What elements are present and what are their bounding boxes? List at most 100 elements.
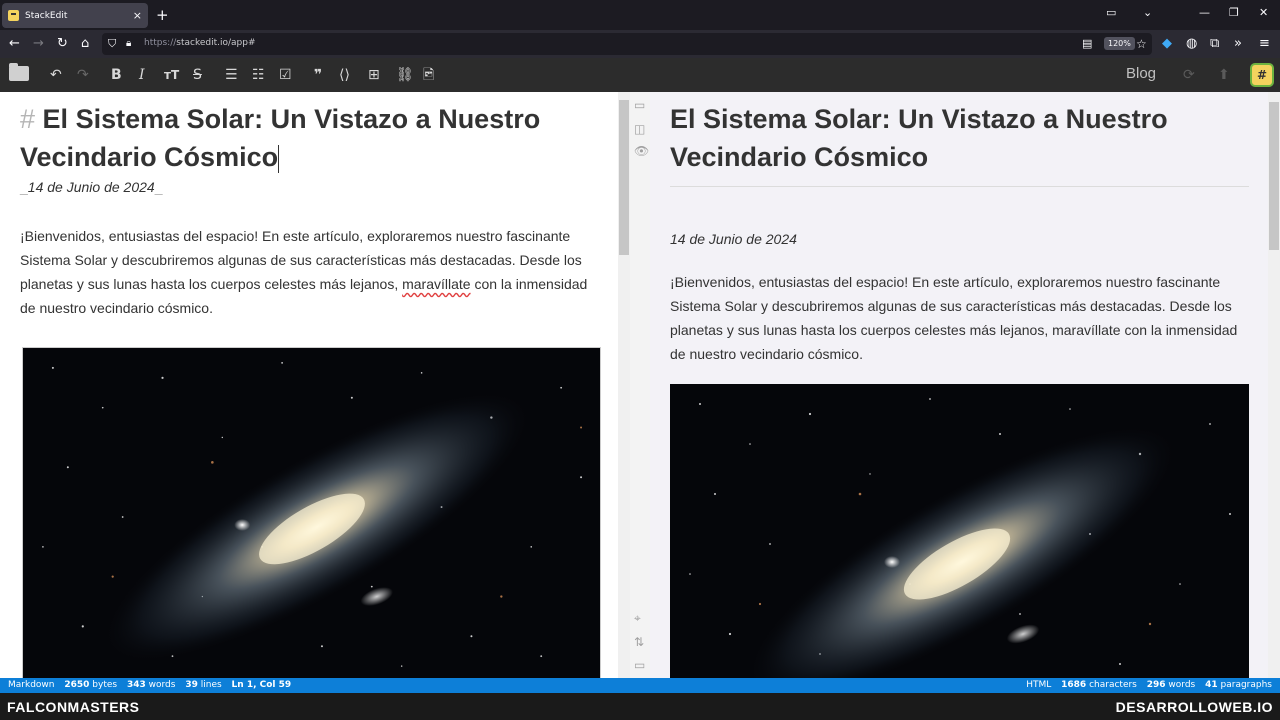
status-bar: Markdown 2650 bytes 343 words 39 lines L… bbox=[0, 678, 1280, 693]
address-bar[interactable]: ⛉ 🔒︎ https://stackedit.io/app# ▤ 120% ☆ bbox=[102, 33, 1152, 55]
characters-label: characters bbox=[1089, 680, 1137, 690]
explorer-folder-icon[interactable] bbox=[9, 63, 29, 81]
minimize-window-icon[interactable]: — bbox=[1199, 6, 1210, 19]
close-tab-icon[interactable]: × bbox=[133, 9, 142, 22]
extension-globe-icon[interactable]: ◍ bbox=[1186, 36, 1197, 52]
misspelled-word[interactable]: maravíllate bbox=[402, 276, 470, 292]
watermark-right: DESARROLLOWEB.IO bbox=[1115, 699, 1273, 715]
bold-icon[interactable]: B bbox=[111, 66, 122, 84]
restore-window-icon[interactable]: ❐ bbox=[1229, 6, 1239, 19]
editor-toolbar: ↶ ↷ B I тT S ☰ ☷ ☑ ❞ ⟨⟩ ⊞ ⛓ 🖻︎ Blog ⟳ ⬆ … bbox=[0, 58, 1280, 92]
code-icon[interactable]: ⟨⟩ bbox=[339, 66, 350, 84]
blockquote-icon[interactable]: ❞ bbox=[314, 66, 322, 84]
forward-arrow-icon[interactable]: → bbox=[33, 36, 44, 52]
redo-icon[interactable]: ↷ bbox=[77, 66, 89, 84]
lines-label: lines bbox=[200, 680, 222, 690]
paragraphs-value: 41 bbox=[1205, 680, 1218, 690]
tab-list-icon[interactable]: ▭ bbox=[1106, 6, 1116, 19]
browser-tab-strip: StackEdit × + ▭ ⌄ — ❐ ✕ bbox=[0, 0, 1280, 30]
preview-heading: El Sistema Solar: Un Vistazo a Nuestro V… bbox=[670, 104, 1168, 172]
extensions-puzzle-icon[interactable]: ⧉ bbox=[1210, 36, 1219, 52]
home-icon[interactable]: ⌂ bbox=[81, 36, 89, 52]
close-window-icon[interactable]: ✕ bbox=[1259, 6, 1268, 19]
toggle-status-bar-icon[interactable]: ▭ bbox=[634, 658, 645, 672]
characters-value: 1686 bbox=[1061, 680, 1087, 690]
reload-icon[interactable]: ↻ bbox=[57, 36, 68, 52]
new-tab-button[interactable]: + bbox=[156, 6, 169, 24]
reader-view-icon[interactable]: ▤ bbox=[1082, 36, 1092, 52]
paragraphs-label: paragraphs bbox=[1220, 680, 1272, 690]
zoom-level-badge[interactable]: 120% bbox=[1104, 37, 1135, 50]
app-menu-icon[interactable]: ≡ bbox=[1259, 36, 1270, 52]
italic-icon[interactable]: I bbox=[139, 66, 145, 84]
more-tools-chevron-icon[interactable]: » bbox=[1234, 36, 1242, 52]
heading-text-first: El bbox=[42, 104, 69, 134]
numbered-list-icon[interactable]: ☷ bbox=[252, 66, 265, 84]
html-preview: El Sistema Solar: Un Vistazo a Nuestro V… bbox=[650, 92, 1268, 678]
html-label: HTML bbox=[1026, 680, 1052, 690]
preview-heading-rule bbox=[670, 186, 1249, 187]
italic-markdown-marker-open: _ bbox=[20, 179, 28, 195]
toggle-side-preview-icon[interactable]: ◫ bbox=[634, 122, 645, 136]
editor-galaxy-image bbox=[22, 347, 601, 678]
paragraphs-count: 41 paragraphs bbox=[1205, 680, 1272, 690]
publish-upload-icon[interactable]: ⬆ bbox=[1218, 66, 1230, 84]
html-words-label: words bbox=[1168, 680, 1196, 690]
markdown-stats: Markdown 2650 bytes 343 words 39 lines L… bbox=[8, 678, 291, 693]
markdown-editor[interactable]: # El Sistema Solar: Un Vistazo a Nuestro… bbox=[0, 92, 618, 678]
heading-markdown-marker: # bbox=[20, 104, 36, 134]
bookmark-star-icon[interactable]: ☆ bbox=[1136, 36, 1147, 52]
toggle-navigation-bar-icon[interactable]: ▭ bbox=[634, 98, 645, 112]
focus-crosshair-icon[interactable]: ⌖ bbox=[634, 611, 641, 625]
text-cursor bbox=[278, 144, 280, 173]
checklist-icon[interactable]: ☑ bbox=[279, 66, 292, 84]
bytes-value: 2650 bbox=[64, 680, 90, 690]
editor-date-line[interactable]: _14 de Junio de 2024_ bbox=[20, 179, 162, 195]
strikethrough-icon[interactable]: S bbox=[193, 66, 202, 84]
editor-scrollbar-thumb[interactable] bbox=[619, 100, 629, 255]
table-icon[interactable]: ⊞ bbox=[368, 66, 380, 84]
image-icon[interactable]: 🖻︎ bbox=[423, 66, 434, 84]
cursor-position: Ln 1, Col 59 bbox=[231, 680, 292, 690]
heading-text-rest: Sistema Solar: Un Vistazo a Nuestro Veci… bbox=[20, 104, 541, 172]
stackedit-menu-button[interactable]: # bbox=[1250, 63, 1274, 87]
preview-scrollbar-thumb[interactable] bbox=[1269, 102, 1279, 250]
reader-mode-eye-icon[interactable]: 👁︎ bbox=[634, 144, 649, 158]
lines-value: 39 bbox=[185, 680, 198, 690]
preview-date: 14 de Junio de 2024 bbox=[670, 231, 797, 247]
characters-count: 1686 characters bbox=[1061, 680, 1137, 690]
editor-date: 14 de Junio de 2024 bbox=[27, 179, 155, 195]
url-text[interactable]: https://stackedit.io/app# bbox=[144, 38, 256, 48]
lines-count: 39 lines bbox=[185, 680, 221, 690]
side-gutter: ▭ ◫ 👁︎ ⌖ ⇅ ▭ bbox=[630, 92, 650, 678]
html-stats: HTML 1686 characters 296 words 41 paragr… bbox=[1026, 678, 1272, 693]
editor-paragraph[interactable]: ¡Bienvenidos, entusiastas del espacio! E… bbox=[20, 224, 605, 320]
lock-icon[interactable]: 🔒︎ bbox=[126, 36, 131, 52]
preview-scrollbar[interactable] bbox=[1268, 92, 1280, 678]
bytes-label: bytes bbox=[92, 680, 118, 690]
blog-link[interactable]: Blog bbox=[1126, 65, 1156, 82]
html-words-count: 296 words bbox=[1147, 680, 1195, 690]
words-label: words bbox=[148, 680, 176, 690]
italic-markdown-marker-close: _ bbox=[154, 179, 163, 195]
back-arrow-icon[interactable]: ← bbox=[9, 36, 20, 52]
undo-icon[interactable]: ↶ bbox=[50, 66, 62, 84]
tracking-shield-icon[interactable]: ⛉ bbox=[108, 36, 116, 52]
editor-scrollbar[interactable] bbox=[618, 92, 630, 678]
url-path: stackedit.io/app# bbox=[176, 38, 256, 48]
words-count: 343 words bbox=[127, 680, 175, 690]
editor-heading[interactable]: # El Sistema Solar: Un Vistazo a Nuestro… bbox=[20, 100, 600, 176]
extension-diamond-icon[interactable]: ◆ bbox=[1162, 36, 1172, 52]
list-all-tabs-chevron-icon[interactable]: ⌄ bbox=[1143, 6, 1152, 19]
tab-title: StackEdit bbox=[25, 10, 68, 21]
preview-paragraph: ¡Bienvenidos, entusiastas del espacio! E… bbox=[670, 274, 1238, 362]
preview-galaxy-image bbox=[670, 384, 1249, 678]
browser-tab-stackedit[interactable]: StackEdit × bbox=[2, 3, 148, 28]
link-icon[interactable]: ⛓ bbox=[396, 66, 414, 84]
heading-icon[interactable]: тT bbox=[164, 66, 179, 84]
sync-icon[interactable]: ⟳ bbox=[1183, 66, 1195, 84]
scroll-sync-icon[interactable]: ⇅ bbox=[634, 635, 644, 649]
browser-navigation-bar: ← → ↻ ⌂ ⛉ 🔒︎ https://stackedit.io/app# ▤… bbox=[0, 30, 1280, 58]
watermark-left: FALCONMASTERS bbox=[7, 699, 140, 715]
bulleted-list-icon[interactable]: ☰ bbox=[225, 66, 238, 84]
